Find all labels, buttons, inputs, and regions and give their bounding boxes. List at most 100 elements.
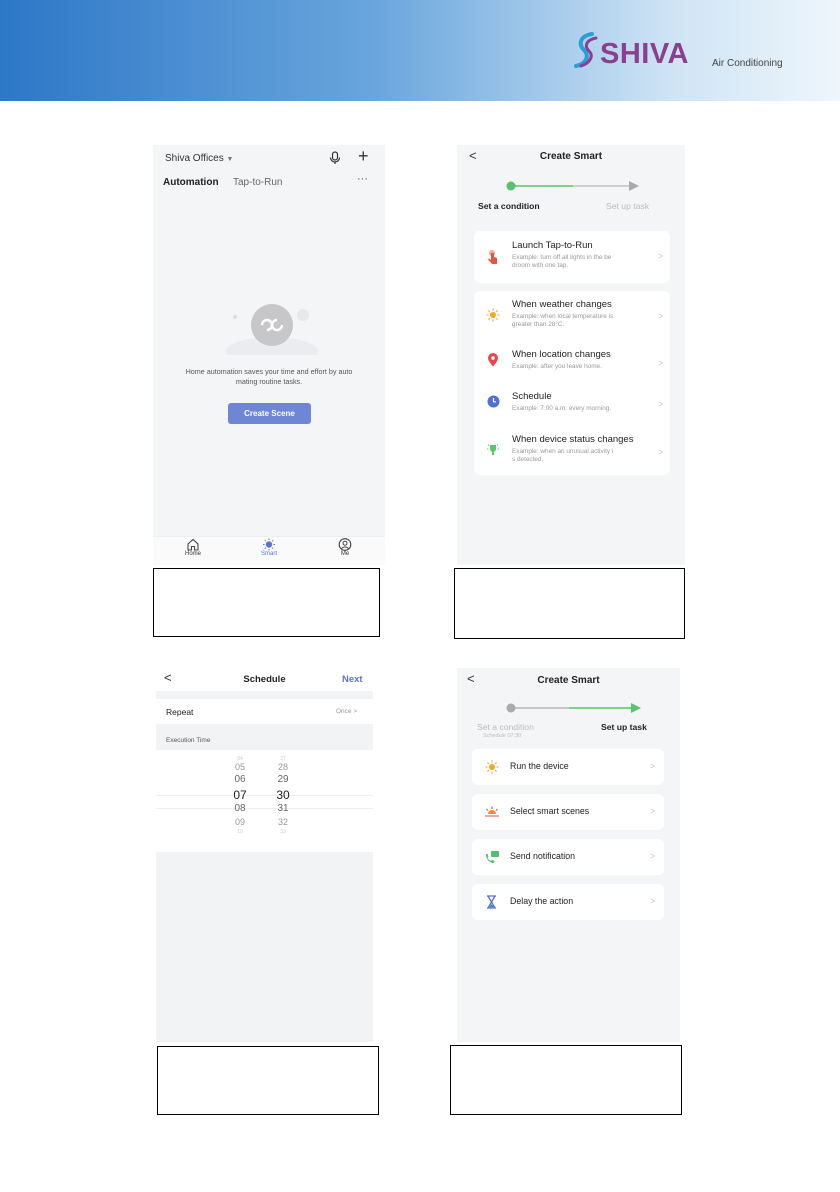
repeat-row[interactable]: Repeat Once > (156, 699, 373, 724)
minute-option: 31 (277, 803, 289, 814)
bottom-nav: Home Smart Me (153, 536, 385, 565)
empty-message-line-2: mating routine tasks. (235, 377, 303, 386)
screen-create-smart-task: < Create Smart Set a condition Schedule … (457, 668, 680, 1042)
schedule-header: < Schedule Next (156, 668, 373, 691)
chevron-right-icon: > (650, 896, 656, 906)
chevron-right-icon: > (658, 251, 664, 261)
empty-message: Home automation saves your time and effo… (153, 367, 385, 387)
condition-weather-example-line-2: greater than 28°C. (512, 321, 565, 328)
hour-option: 09 (234, 817, 245, 827)
condition-device-status[interactable]: When device status changes Example: when… (474, 429, 670, 473)
task-smart-scenes-label: Select smart scenes (510, 806, 590, 816)
launch-tap-to-run-card[interactable]: Launch Tap-to-Run Example: turn off all … (474, 231, 670, 283)
chevron-right-icon: > (658, 447, 664, 457)
repeat-value: Once > (336, 708, 358, 715)
step-condition-summary: Schedule 07:30 (483, 733, 522, 739)
tab-tap-to-run[interactable]: Tap-to-Run (233, 177, 282, 188)
condition-device-title: When device status changes (512, 434, 634, 445)
page-title: Create Smart (539, 151, 603, 162)
execution-time-label: Execution Time (166, 737, 211, 744)
brand-name: SHIVA (600, 38, 689, 70)
home-selector[interactable]: Shiva Offices ▼ (165, 153, 233, 164)
step-set-up-task: Set up task (606, 201, 649, 211)
conditions-card: When weather changes Example: when local… (474, 291, 670, 475)
condition-weather-example: Example: when local temperature is great… (512, 313, 613, 329)
task-select-smart-scenes[interactable]: Select smart scenes > (472, 794, 664, 830)
screen-automation: Shiva Offices ▼ + Automation Tap-to-Run … (153, 145, 385, 565)
nav-home[interactable]: Home (173, 538, 213, 557)
nav-home-label: Home (184, 551, 201, 557)
hour-option: 05 (234, 762, 245, 772)
hour-option: 08 (234, 803, 246, 814)
nav-smart-label: Smart (260, 551, 277, 557)
launch-example-line-1: Example: turn off all lights in the be (512, 254, 612, 261)
step-set-condition: Set a condition (478, 201, 540, 211)
nav-me-label: Me (340, 551, 350, 557)
condition-weather[interactable]: When weather changes Example: when local… (474, 291, 670, 341)
minute-option: 33 (280, 829, 286, 835)
clock-icon (487, 395, 500, 408)
caret-down-icon: ▼ (226, 156, 234, 163)
add-icon[interactable]: + (358, 146, 369, 167)
launch-example: Example: turn off all lights in the be d… (512, 254, 611, 270)
more-icon[interactable]: ··· (357, 173, 368, 185)
condition-location-example: Example: after you leave home. (512, 363, 602, 370)
person-icon (338, 538, 352, 551)
step-set-up-task: Set up task (601, 722, 647, 732)
condition-schedule[interactable]: Schedule Example: 7:00 a.m. every mornin… (474, 385, 670, 425)
empty-illustration (226, 304, 318, 355)
message-icon (486, 851, 499, 863)
hour-selected: 07 (233, 788, 247, 802)
condition-location-title: When location changes (512, 349, 611, 360)
launch-title: Launch Tap-to-Run (512, 240, 593, 251)
task-delay-label: Delay the action (510, 896, 574, 906)
nav-me[interactable]: Me (325, 538, 365, 557)
next-button[interactable]: Next (342, 674, 363, 685)
picker-divider-bottom (156, 808, 373, 809)
microphone-icon[interactable] (329, 151, 341, 165)
sunrise-icon (485, 806, 499, 817)
chevron-right-icon: > (650, 851, 656, 861)
location-pin-icon (488, 353, 498, 367)
chevron-right-icon: > (650, 761, 656, 771)
nav-smart[interactable]: Smart (249, 538, 289, 557)
sun-icon (263, 538, 275, 551)
launch-example-line-2: droom with one tap. (512, 262, 569, 269)
caption-box-2 (454, 568, 685, 639)
minute-selected: 30 (276, 788, 290, 802)
condition-weather-example-line-1: Example: when local temperature is (512, 313, 614, 320)
sun-icon (485, 760, 499, 774)
hour-wheel[interactable]: 04 05 06 07 08 09 10 (228, 756, 252, 835)
chevron-right-icon: > (650, 806, 656, 816)
condition-schedule-example: Example: 7:00 a.m. every morning. (512, 405, 612, 412)
screen-schedule: < Schedule Next Repeat Once > Execution … (156, 668, 373, 1042)
task-delay-action[interactable]: Delay the action > (472, 884, 664, 920)
time-picker[interactable]: 04 05 06 07 08 09 10 27 28 29 30 31 32 3… (156, 750, 373, 852)
create-scene-button[interactable]: Create Scene (228, 403, 311, 424)
minute-option: 28 (277, 762, 288, 772)
page-title: Schedule (243, 674, 286, 685)
sun-icon (486, 308, 500, 322)
screen-create-smart-condition: < Create Smart Set a condition Set up ta… (457, 145, 685, 565)
chevron-right-icon: > (658, 358, 664, 368)
empty-message-line-1: Home automation saves your time and effo… (185, 367, 353, 376)
step-progress (506, 703, 641, 713)
minute-option: 29 (277, 774, 289, 785)
condition-device-example-line-2: s detected. (512, 456, 544, 463)
task-send-notification[interactable]: Send notification > (472, 839, 664, 875)
tab-automation[interactable]: Automation (163, 177, 219, 188)
task-run-device[interactable]: Run the device > (472, 749, 664, 785)
condition-device-example: Example: when an unusual activity i s de… (512, 448, 613, 464)
task-notification-label: Send notification (510, 851, 576, 861)
brand-tagline: Air Conditioning (712, 58, 783, 69)
condition-schedule-title: Schedule (512, 391, 552, 402)
chevron-right-icon: > (658, 399, 664, 409)
condition-location[interactable]: When location changes Example: after you… (474, 343, 670, 383)
step-progress (506, 181, 639, 191)
page-title: Create Smart (537, 675, 600, 686)
hour-option: 10 (237, 829, 243, 835)
condition-weather-title: When weather changes (512, 299, 612, 310)
minute-wheel[interactable]: 27 28 29 30 31 32 33 (271, 756, 295, 835)
repeat-label: Repeat (166, 707, 194, 717)
home-name: Shiva Offices (165, 153, 224, 164)
